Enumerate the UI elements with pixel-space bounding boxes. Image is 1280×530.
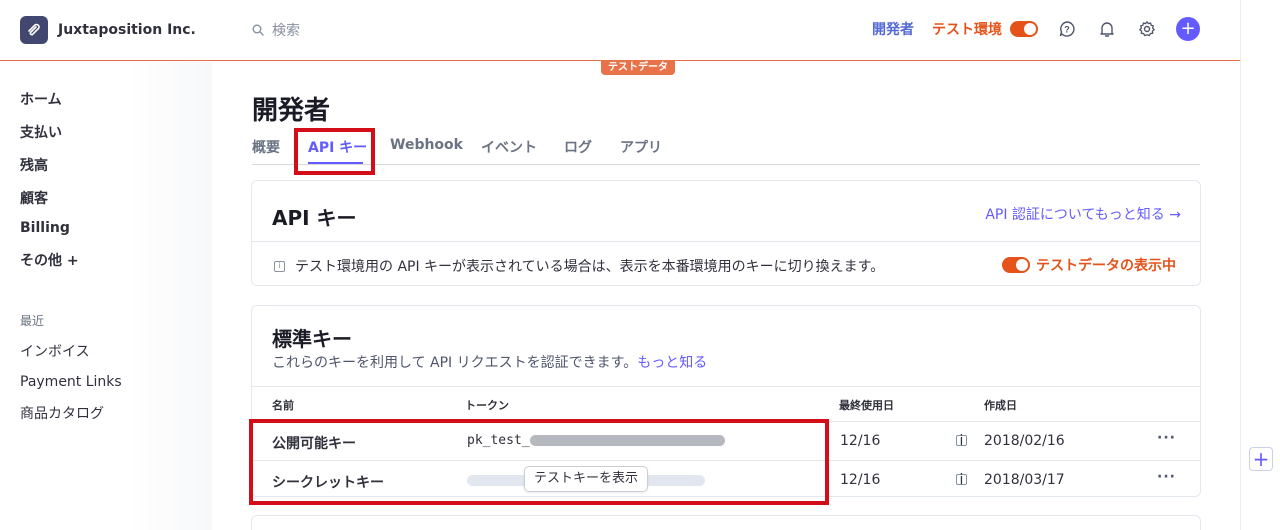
developers-link[interactable]: 開発者 bbox=[872, 19, 914, 39]
learn-api-auth-link[interactable]: API 認証についてもっと知る → bbox=[985, 204, 1181, 224]
column-header-token: トークン bbox=[465, 399, 509, 412]
tab-events[interactable]: イベント bbox=[481, 137, 537, 157]
sidebar-item-home[interactable]: ホーム bbox=[20, 89, 62, 109]
sidebar-recent-payment-links[interactable]: Payment Links bbox=[20, 374, 122, 390]
test-key-notice: i テスト環境用の API キーが表示されている場合は、表示を本番環境用のキーに… bbox=[274, 256, 884, 276]
test-data-toggle-label: テストデータの表示中 bbox=[1036, 258, 1176, 274]
highlight-box-keys bbox=[249, 419, 829, 505]
svg-text:?: ? bbox=[1064, 25, 1070, 35]
sidebar-item-customers[interactable]: 顧客 bbox=[20, 188, 48, 208]
info-icon[interactable]: i bbox=[956, 473, 967, 487]
api-keys-title: API キー bbox=[272, 206, 357, 230]
dashboard-page: Juxtaposition Inc. 検索 開発者 テスト環境 ? + テストデ… bbox=[0, 0, 1280, 530]
last-used-date: 12/16 bbox=[840, 472, 881, 488]
test-data-badge: テストデータ bbox=[601, 61, 675, 75]
developer-tabs: 概要 API キー Webhook イベント ログ アプリ bbox=[252, 136, 1200, 165]
sidebar-item-balances[interactable]: 残高 bbox=[20, 155, 48, 175]
highlight-box-api-tab bbox=[294, 128, 375, 175]
notice-text: テスト環境用の API キーが表示されている場合は、表示を本番環境用のキーに切り… bbox=[295, 259, 885, 275]
table-divider bbox=[252, 386, 1200, 387]
account-name: Juxtaposition Inc. bbox=[58, 22, 196, 38]
sidebar-item-payments[interactable]: 支払い bbox=[20, 122, 62, 142]
standard-keys-title: 標準キー bbox=[272, 327, 352, 351]
tab-logs[interactable]: ログ bbox=[564, 137, 592, 157]
test-mode-switch[interactable] bbox=[1010, 21, 1038, 37]
rail-add-plus-icon[interactable]: + bbox=[1249, 447, 1273, 471]
row-more-menu-icon[interactable]: ··· bbox=[1157, 430, 1176, 446]
brand-logo-icon bbox=[20, 16, 48, 44]
sidebar-recent-invoices[interactable]: インボイス bbox=[20, 341, 90, 361]
account-switcher[interactable]: Juxtaposition Inc. bbox=[20, 16, 196, 44]
notification-bell-icon[interactable] bbox=[1096, 18, 1118, 40]
column-header-created: 作成日 bbox=[984, 399, 1017, 412]
right-rail: + bbox=[1240, 0, 1280, 530]
search-icon bbox=[252, 24, 264, 36]
top-actions: 開発者 テスト環境 ? + bbox=[872, 17, 1200, 41]
divider bbox=[252, 241, 1200, 242]
column-header-name: 名前 bbox=[272, 399, 294, 412]
tab-overview[interactable]: 概要 bbox=[252, 137, 280, 157]
column-header-last-used: 最終使用日 bbox=[839, 399, 894, 412]
sidebar-item-billing[interactable]: Billing bbox=[20, 220, 70, 236]
help-icon[interactable]: ? bbox=[1056, 18, 1078, 40]
tab-webhook[interactable]: Webhook bbox=[390, 137, 463, 153]
sidebar-item-more[interactable]: その他 + bbox=[20, 250, 79, 270]
description-text: これらのキーを利用して API リクエストを認証できます。 bbox=[272, 355, 638, 371]
search-input[interactable]: 検索 bbox=[252, 20, 300, 40]
next-card bbox=[251, 515, 1201, 530]
sidebar-recent-heading: 最近 bbox=[20, 314, 45, 328]
view-test-data-toggle[interactable]: テストデータの表示中 bbox=[1002, 255, 1176, 275]
info-icon: i bbox=[274, 260, 285, 272]
test-data-switch[interactable] bbox=[1002, 257, 1030, 273]
settings-gear-icon[interactable] bbox=[1136, 18, 1158, 40]
created-date: 2018/03/17 bbox=[984, 472, 1065, 488]
test-mode-label: テスト環境 bbox=[932, 22, 1002, 38]
created-date: 2018/02/16 bbox=[984, 433, 1065, 449]
api-keys-card: API キー API 認証についてもっと知る → i テスト環境用の API キ… bbox=[251, 180, 1201, 286]
learn-more-link[interactable]: もっと知る bbox=[637, 355, 707, 371]
top-bar: Juxtaposition Inc. 検索 開発者 テスト環境 ? + bbox=[0, 0, 1240, 61]
sidebar-recent-product-catalog[interactable]: 商品カタログ bbox=[20, 403, 104, 423]
standard-keys-description: これらのキーを利用して API リクエストを認証できます。もっと知る bbox=[272, 352, 707, 372]
tab-apps[interactable]: アプリ bbox=[620, 137, 662, 157]
search-placeholder: 検索 bbox=[272, 23, 300, 39]
last-used-date: 12/16 bbox=[840, 433, 881, 449]
page-title: 開発者 bbox=[252, 96, 331, 126]
row-more-menu-icon[interactable]: ··· bbox=[1157, 469, 1176, 485]
test-mode-toggle[interactable]: テスト環境 bbox=[932, 19, 1038, 39]
info-icon[interactable]: i bbox=[956, 434, 967, 448]
create-plus-icon[interactable]: + bbox=[1176, 17, 1200, 41]
